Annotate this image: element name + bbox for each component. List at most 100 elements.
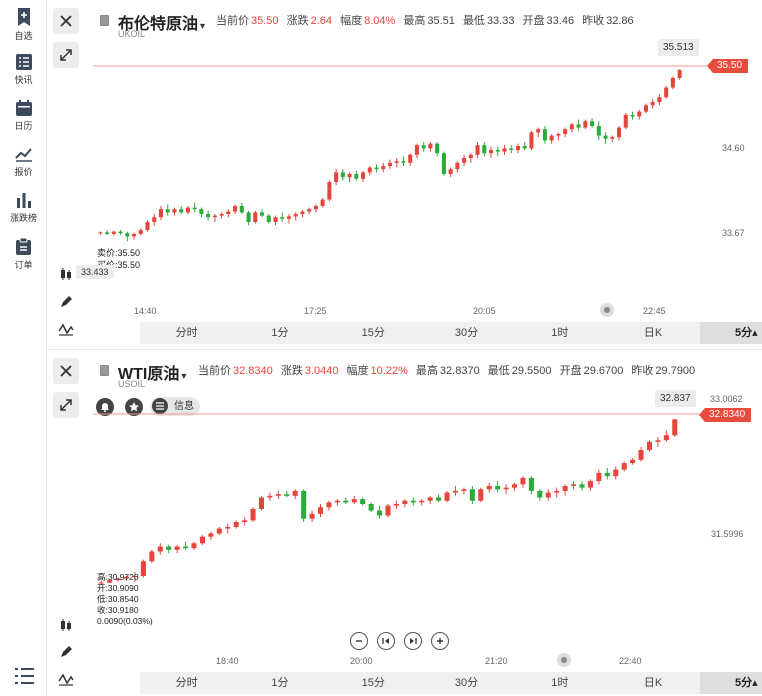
candle-body [646, 441, 653, 450]
sidebar-item-rankings[interactable]: 涨跌榜 [0, 192, 47, 238]
chart-type-button[interactable] [54, 263, 78, 285]
timeframe-tab[interactable]: 日K [606, 322, 699, 344]
candle-body [643, 105, 648, 112]
candle-body [441, 153, 446, 174]
timeframe-tab[interactable]: 1时 [513, 322, 606, 344]
current-price-tag: 35.50 [707, 59, 749, 73]
draw-tool-button[interactable] [54, 291, 78, 313]
draw-tool-button[interactable] [54, 641, 78, 663]
candle-body [185, 207, 190, 213]
candle [610, 135, 615, 142]
candle-body [219, 214, 224, 216]
candle-body [233, 522, 239, 527]
candle-body [242, 520, 248, 522]
timeframe-tab[interactable]: 分时 [140, 322, 233, 344]
candle [462, 154, 467, 166]
indicator-button[interactable] [54, 318, 78, 340]
candle-body [275, 494, 281, 496]
candle-body [419, 500, 425, 503]
candle-body [292, 490, 298, 496]
candle [286, 214, 291, 224]
scroll-handle[interactable] [557, 653, 571, 667]
zoom-in-button[interactable] [431, 632, 449, 650]
candle [468, 153, 473, 163]
candle [280, 212, 285, 222]
candle-body [166, 546, 172, 550]
calendar-icon [15, 100, 32, 116]
candle-body [545, 492, 551, 498]
timeframe-tab[interactable]: 1分 [233, 322, 326, 344]
candle-body [596, 126, 601, 136]
timeframe-tab[interactable]: 1分 [233, 672, 326, 694]
candle-body [226, 211, 231, 214]
sidebar-item-news[interactable]: 快讯 [0, 54, 47, 100]
news-list-icon [15, 54, 32, 70]
candle [670, 76, 675, 90]
candle-body [246, 212, 251, 222]
x-axis-label: 20:05 [473, 306, 496, 316]
hamburger-menu-icon [15, 668, 34, 684]
scroll-start-button[interactable] [377, 632, 395, 650]
candle-body [360, 499, 366, 504]
candlestick-chart[interactable] [47, 0, 762, 320]
timeframe-tab[interactable]: 1时 [513, 672, 606, 694]
candle [613, 466, 619, 480]
candle [616, 126, 622, 141]
chart-type-button[interactable] [54, 614, 78, 636]
zoom-out-button[interactable] [350, 632, 368, 650]
candle-body [326, 502, 332, 508]
candle [157, 543, 163, 555]
candle [461, 487, 467, 495]
candle-body [300, 211, 305, 214]
candle [475, 142, 480, 158]
candle-body [394, 161, 399, 163]
candle-body [266, 215, 271, 222]
candle-body [509, 148, 514, 150]
candle-body [132, 234, 137, 237]
sidebar-item-calendar[interactable]: 日历 [0, 100, 47, 146]
timeframe-tab[interactable]: 30分 [420, 322, 513, 344]
timeframe-tab[interactable]: 日K [606, 672, 699, 694]
candle [385, 504, 391, 518]
scroll-end-button[interactable] [404, 632, 422, 650]
candle [300, 210, 305, 218]
candle [233, 204, 238, 214]
candle-body [381, 166, 386, 170]
candle [219, 212, 224, 219]
candle [664, 86, 669, 99]
menu-button[interactable] [13, 666, 35, 686]
candle-body [260, 212, 265, 216]
timeframe-tab[interactable]: 分时 [140, 672, 233, 694]
candle-body [435, 143, 440, 154]
candle [327, 180, 332, 202]
timeframe-tab[interactable]: 15分 [327, 672, 420, 694]
candle [199, 535, 205, 545]
candle [587, 479, 593, 491]
sidebar-item-watchlist[interactable]: 自选 [0, 8, 47, 54]
candle [267, 492, 273, 501]
candle [549, 134, 554, 144]
candle-body [334, 500, 340, 503]
timeframe-tab[interactable]: 15分 [327, 322, 420, 344]
candle [421, 142, 426, 152]
candle [98, 231, 103, 235]
indicator-button[interactable] [54, 668, 78, 690]
candle [393, 500, 399, 509]
scroll-handle[interactable] [600, 303, 614, 317]
candle-body [111, 231, 116, 234]
indicator-icon [58, 673, 74, 686]
timeframe-tab[interactable]: 30分 [420, 672, 513, 694]
candle [212, 214, 217, 222]
sidebar-item-quotes[interactable]: 报价 [0, 146, 47, 192]
candle [368, 502, 374, 513]
candle-body [340, 172, 345, 178]
candle [326, 500, 332, 511]
timeframe-tab-active[interactable]: 5分▴ [699, 322, 762, 344]
candle [301, 489, 307, 522]
candle-body [199, 209, 204, 214]
candle [174, 544, 180, 554]
sidebar-item-orders[interactable]: 订单 [0, 238, 47, 284]
candle-body [158, 209, 164, 218]
timeframe-tab-active[interactable]: 5分▴ [699, 672, 762, 694]
candle-body [475, 145, 480, 155]
